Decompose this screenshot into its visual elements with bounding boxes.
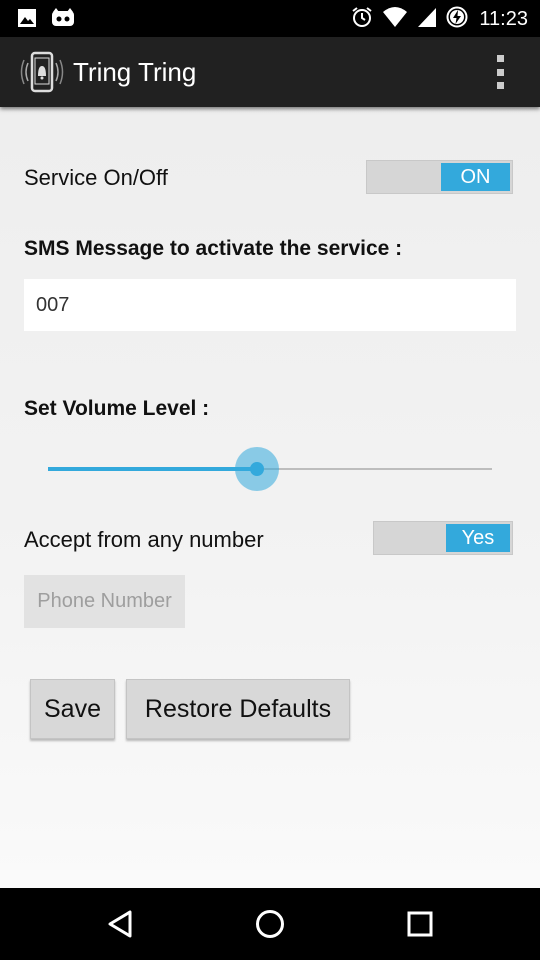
settings-content: Service On/Off ON SMS Message to activat… [0, 107, 540, 888]
accept-label: Accept from any number [24, 527, 264, 552]
app-title: Tring Tring [73, 57, 197, 87]
navigation-bar [0, 888, 540, 960]
wifi-icon [382, 6, 408, 33]
alarm-icon [351, 6, 373, 33]
phone-ringing-icon [20, 51, 64, 93]
status-bar: 11:23 [0, 0, 540, 37]
signal-icon [417, 6, 437, 33]
service-label: Service On/Off [24, 165, 168, 190]
sms-label: SMS Message to activate the service : [24, 237, 403, 260]
overflow-menu-icon[interactable] [490, 55, 510, 89]
image-icon [17, 8, 37, 33]
volume-slider[interactable] [48, 447, 492, 491]
battery-charging-icon [446, 6, 468, 33]
back-icon[interactable] [98, 902, 142, 946]
volume-label: Set Volume Level : [24, 397, 210, 420]
home-icon[interactable] [248, 902, 292, 946]
screen: 11:23 Tring Tring Service On/Off ON SMS … [0, 0, 540, 960]
restore-defaults-button[interactable]: Restore Defaults [126, 679, 350, 739]
service-toggle[interactable]: ON [366, 160, 513, 194]
slider-thumb[interactable] [250, 462, 264, 476]
service-toggle-thumb: ON [441, 163, 510, 191]
sms-message-input[interactable]: 007 [24, 279, 516, 331]
action-bar: Tring Tring [0, 37, 540, 107]
accept-toggle[interactable]: Yes [373, 521, 513, 555]
cyanogen-icon [51, 8, 75, 33]
slider-track-fill [48, 467, 257, 471]
phone-number-input[interactable]: Phone Number [24, 575, 185, 628]
save-button[interactable]: Save [30, 679, 115, 739]
status-time: 11:23 [479, 8, 528, 30]
accept-toggle-thumb: Yes [446, 524, 510, 552]
recents-icon[interactable] [398, 902, 442, 946]
